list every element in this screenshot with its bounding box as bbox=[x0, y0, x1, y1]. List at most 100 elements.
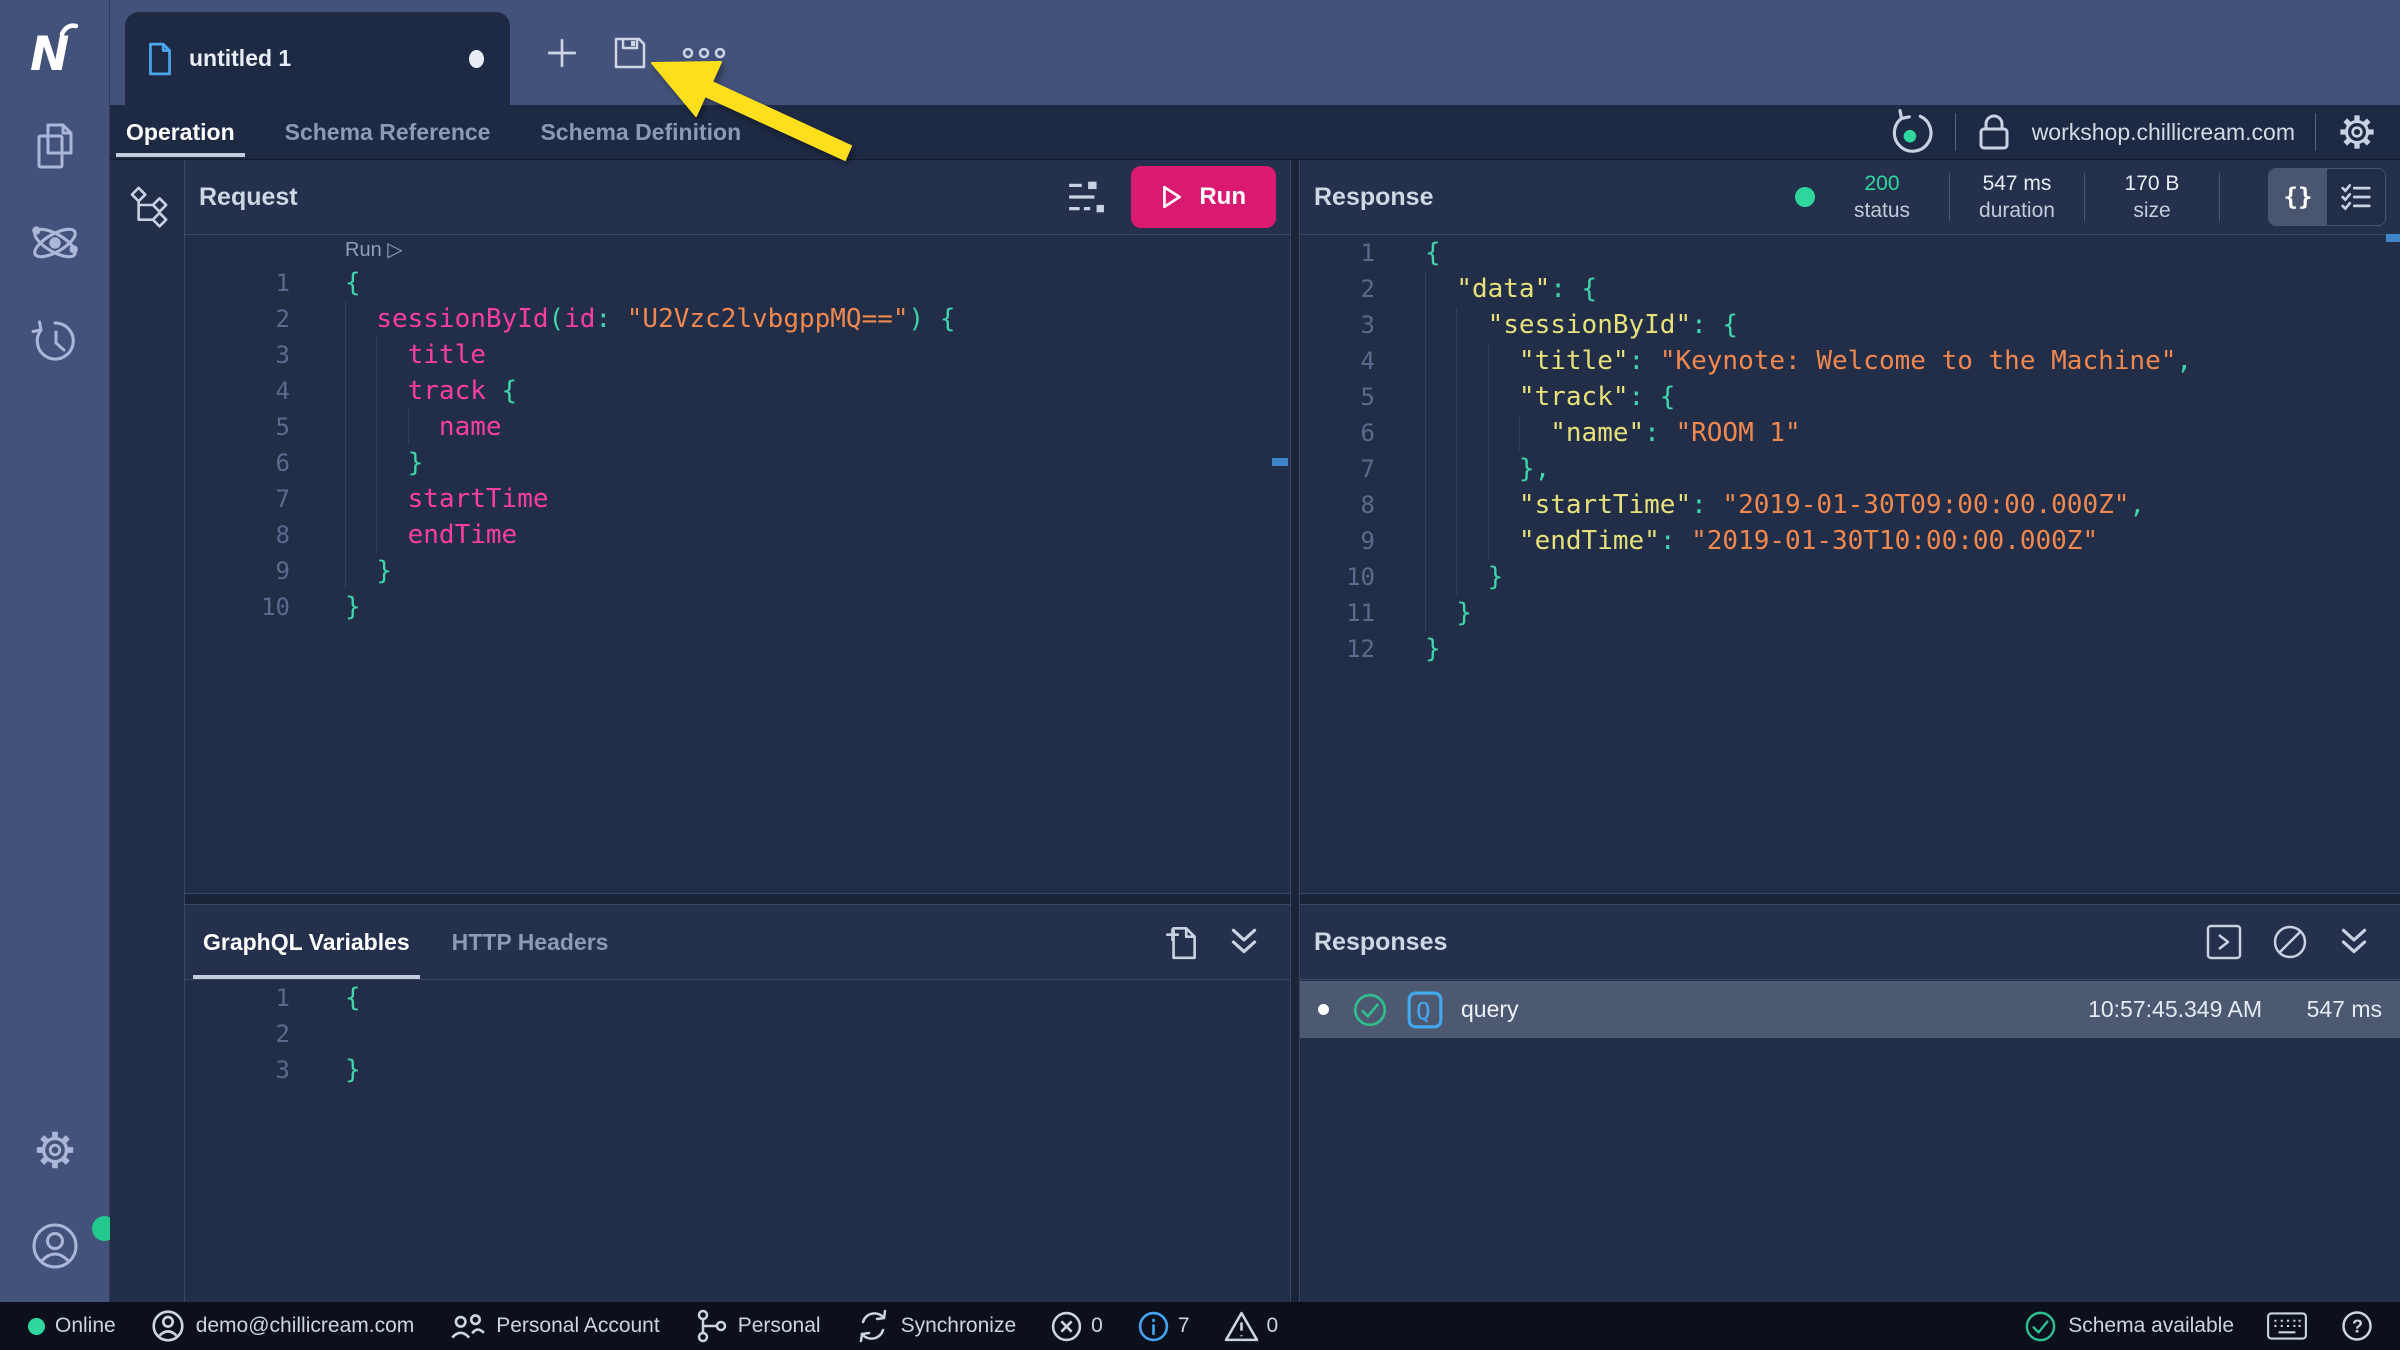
code-line[interactable]: 5 name bbox=[185, 409, 1290, 445]
code-line[interactable]: 7 }, bbox=[1300, 451, 2400, 487]
code-line[interactable]: 10} bbox=[185, 589, 1290, 625]
code-line[interactable]: 4 "title": "Keynote: Welcome to the Mach… bbox=[1300, 343, 2400, 379]
code-text[interactable]: } bbox=[1425, 595, 1472, 631]
operations-tree-icon[interactable] bbox=[124, 182, 170, 228]
code-text[interactable]: endTime bbox=[345, 517, 517, 553]
info-count[interactable]: 7 bbox=[1137, 1310, 1190, 1343]
code-line[interactable]: 10 } bbox=[1300, 559, 2400, 595]
request-editor[interactable]: Run ▷ 1{2 sessionById(id: "U2Vzc2lvbgppM… bbox=[185, 235, 1290, 893]
code-line[interactable]: 1{ bbox=[185, 980, 1290, 1016]
code-text[interactable]: sessionById(id: "U2Vzc2lvbgppMQ==") { bbox=[345, 301, 956, 337]
code-text[interactable]: } bbox=[345, 445, 423, 481]
code-text[interactable]: "name": "ROOM 1" bbox=[1425, 415, 1801, 451]
code-line[interactable]: 7 startTime bbox=[185, 481, 1290, 517]
history-icon[interactable] bbox=[0, 316, 110, 366]
workspace[interactable]: Personal bbox=[694, 1308, 821, 1344]
code-lens-run[interactable]: Run ▷ bbox=[345, 235, 1290, 265]
account-email[interactable]: demo@chillicream.com bbox=[150, 1308, 415, 1344]
clear-responses-icon[interactable] bbox=[2270, 922, 2310, 962]
keyboard-shortcuts-icon[interactable] bbox=[2266, 1310, 2308, 1342]
response-view-toggle: {} bbox=[2268, 168, 2386, 226]
app-logo-icon[interactable]: N bbox=[0, 22, 110, 82]
code-line[interactable]: 3} bbox=[185, 1052, 1290, 1088]
connection-settings-gear-icon[interactable] bbox=[2336, 110, 2378, 154]
code-line[interactable]: 2 sessionById(id: "U2Vzc2lvbgppMQ==") { bbox=[185, 301, 1290, 337]
code-line[interactable]: 6 "name": "ROOM 1" bbox=[1300, 415, 2400, 451]
code-text[interactable]: } bbox=[345, 553, 392, 589]
response-viewer[interactable]: 1{2 "data": {3 "sessionById": {4 "title"… bbox=[1300, 235, 2400, 893]
new-tab-button[interactable] bbox=[546, 37, 578, 69]
code-text[interactable]: { bbox=[345, 980, 361, 1016]
tab-graphql-variables[interactable]: GraphQL Variables bbox=[199, 905, 414, 979]
code-text[interactable]: { bbox=[1425, 235, 1441, 271]
save-button[interactable] bbox=[612, 35, 648, 71]
code-line[interactable]: 6 } bbox=[185, 445, 1290, 481]
operation-toolbar: Operation Schema Reference Schema Defini… bbox=[110, 105, 2400, 160]
code-text[interactable]: } bbox=[1425, 559, 1503, 595]
code-line[interactable]: 1{ bbox=[1300, 235, 2400, 271]
vertical-splitter[interactable] bbox=[1290, 160, 1300, 1302]
documents-icon[interactable] bbox=[0, 120, 110, 174]
tab-schema-definition[interactable]: Schema Definition bbox=[534, 105, 747, 159]
code-line[interactable]: 8 endTime bbox=[185, 517, 1290, 553]
list-view-button[interactable] bbox=[2327, 169, 2385, 225]
code-text[interactable]: title bbox=[345, 337, 486, 373]
online-status[interactable]: Online bbox=[28, 1314, 116, 1338]
code-text[interactable]: name bbox=[345, 409, 502, 445]
document-tab-untitled-1[interactable]: untitled 1 bbox=[125, 12, 510, 105]
code-text[interactable]: } bbox=[345, 1052, 361, 1088]
code-text[interactable]: } bbox=[1425, 631, 1441, 667]
help-icon[interactable]: ? bbox=[2340, 1309, 2374, 1343]
code-text[interactable]: { bbox=[345, 265, 361, 301]
collapse-panel-chevrons-icon[interactable] bbox=[2336, 925, 2372, 959]
tab-operation[interactable]: Operation bbox=[120, 105, 241, 159]
code-line[interactable]: 2 bbox=[185, 1016, 1290, 1052]
line-number: 10 bbox=[185, 589, 290, 625]
copy-variables-icon[interactable] bbox=[1164, 922, 1200, 962]
code-line[interactable]: 5 "track": { bbox=[1300, 379, 2400, 415]
horizontal-splitter[interactable] bbox=[1300, 893, 2400, 905]
code-line[interactable]: 3 "sessionById": { bbox=[1300, 307, 2400, 343]
tab-http-headers[interactable]: HTTP Headers bbox=[448, 905, 613, 979]
code-line[interactable]: 3 title bbox=[185, 337, 1290, 373]
settings-gear-icon[interactable] bbox=[0, 1126, 110, 1174]
schema-reload-icon[interactable] bbox=[1889, 109, 1935, 155]
code-text[interactable]: startTime bbox=[345, 481, 549, 517]
graphql-explorer-icon[interactable] bbox=[0, 214, 110, 272]
code-text[interactable]: "sessionById": { bbox=[1425, 307, 1738, 343]
organization[interactable]: Personal Account bbox=[448, 1309, 659, 1343]
endpoint-url[interactable]: workshop.chillicream.com bbox=[2032, 119, 2295, 146]
code-line[interactable]: 4 track { bbox=[185, 373, 1290, 409]
code-line[interactable]: 12} bbox=[1300, 631, 2400, 667]
code-line[interactable]: 1{ bbox=[185, 265, 1290, 301]
code-text[interactable]: }, bbox=[1425, 451, 1550, 487]
prettify-icon[interactable] bbox=[1067, 180, 1105, 214]
open-response-in-editor-icon[interactable] bbox=[2204, 922, 2244, 962]
code-text[interactable]: "track": { bbox=[1425, 379, 1675, 415]
code-line[interactable]: 8 "startTime": "2019-01-30T09:00:00.000Z… bbox=[1300, 487, 2400, 523]
code-text[interactable]: "title": "Keynote: Welcome to the Machin… bbox=[1425, 343, 2192, 379]
json-view-button[interactable]: {} bbox=[2269, 169, 2327, 225]
synchronize[interactable]: Synchronize bbox=[855, 1308, 1017, 1344]
code-text[interactable]: "endTime": "2019-01-30T10:00:00.000Z" bbox=[1425, 523, 2098, 559]
request-panel: Request Run Run ▷ 1{2 sessionById(id: "U… bbox=[185, 160, 1290, 1302]
code-line[interactable]: 2 "data": { bbox=[1300, 271, 2400, 307]
variables-editor[interactable]: 1{23} bbox=[185, 980, 1290, 1302]
schema-status[interactable]: Schema available bbox=[2023, 1309, 2234, 1344]
code-text[interactable]: "data": { bbox=[1425, 271, 1597, 307]
horizontal-splitter[interactable] bbox=[185, 893, 1290, 905]
collapse-panel-chevrons-icon[interactable] bbox=[1226, 925, 1262, 959]
error-count[interactable]: 0 bbox=[1050, 1310, 1103, 1343]
response-list-item[interactable]: Q query 10:57:45.349 AM 547 ms bbox=[1300, 981, 2400, 1038]
code-text[interactable]: track { bbox=[345, 373, 517, 409]
warning-count[interactable]: 0 bbox=[1224, 1310, 1279, 1343]
tab-schema-reference[interactable]: Schema Reference bbox=[279, 105, 497, 159]
code-text[interactable]: } bbox=[345, 589, 361, 625]
more-options-icon[interactable] bbox=[682, 47, 726, 59]
code-text[interactable]: "startTime": "2019-01-30T09:00:00.000Z", bbox=[1425, 487, 2145, 523]
code-line[interactable]: 9 } bbox=[185, 553, 1290, 589]
code-line[interactable]: 9 "endTime": "2019-01-30T10:00:00.000Z" bbox=[1300, 523, 2400, 559]
code-line[interactable]: 11 } bbox=[1300, 595, 2400, 631]
user-avatar-icon[interactable] bbox=[0, 1222, 110, 1270]
run-button[interactable]: Run bbox=[1131, 166, 1276, 228]
